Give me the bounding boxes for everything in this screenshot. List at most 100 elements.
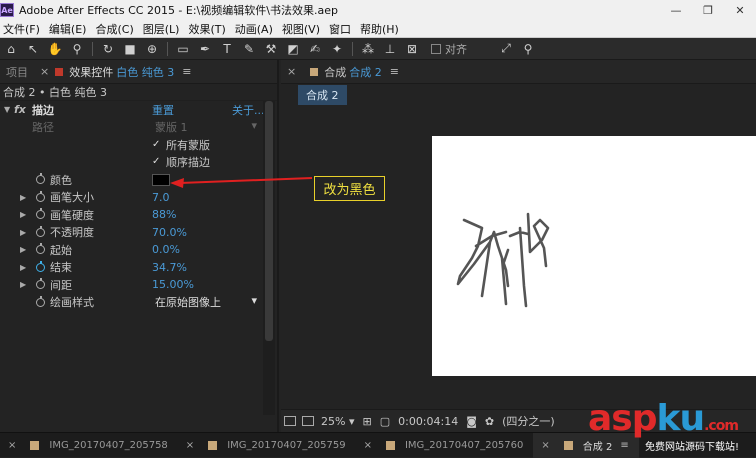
expand-arrow-icon[interactable]: ▶ (20, 210, 26, 219)
reset-button[interactable]: 重置 (152, 102, 174, 118)
align-checkbox[interactable] (431, 43, 441, 54)
rotate-tool-icon[interactable]: ↻ (99, 40, 117, 58)
tab-effect-controls[interactable]: × 效果控件 白色 纯色 3 ≡ (34, 60, 197, 84)
menu-layer[interactable]: 图层(L) (140, 21, 186, 37)
close-icon[interactable]: × (364, 440, 372, 451)
hand-tool-icon[interactable]: ✋ (46, 40, 64, 58)
pan-behind-tool-icon[interactable]: ⊕ (143, 40, 161, 58)
mask-icon[interactable]: ▢ (380, 415, 390, 428)
end-value[interactable]: 34.7% (152, 261, 187, 274)
stopwatch-icon[interactable] (36, 208, 45, 220)
timecode[interactable]: 0:00:04:14 (398, 415, 458, 428)
menu-edit[interactable]: 编辑(E) (46, 21, 93, 37)
stopwatch-icon[interactable] (36, 243, 45, 255)
local-axis-icon[interactable]: ⁂ (359, 40, 377, 58)
expand-icon[interactable]: ⤢ (497, 40, 515, 58)
minimize-button[interactable]: — (660, 0, 692, 20)
snapshot-icon[interactable] (284, 416, 296, 426)
close-icon[interactable]: × (541, 440, 549, 451)
composition-canvas[interactable] (432, 136, 756, 376)
channel-icon[interactable]: ✿ (485, 415, 494, 428)
tab-effect-controls-label: 效果控件 (69, 65, 114, 79)
start-value[interactable]: 0.0% (152, 243, 180, 256)
puppet-tool-icon[interactable]: ✦ (328, 40, 346, 58)
tab-composition-label[interactable]: 合成 (324, 64, 346, 80)
fx-toggle-icon[interactable]: fx (14, 103, 26, 116)
brush-tool-icon[interactable]: ✎ (240, 40, 258, 58)
menu-composition[interactable]: 合成(C) (92, 21, 139, 37)
expand-arrow-icon[interactable]: ▶ (20, 228, 26, 237)
opacity-row: ▶ 不透明度 70.0% (0, 224, 277, 242)
about-button[interactable]: 关于... (232, 102, 265, 118)
stopwatch-icon[interactable] (36, 173, 45, 185)
window-title: Adobe After Effects CC 2015 - E:\视频编辑软件\… (19, 4, 338, 17)
close-icon[interactable]: × (40, 65, 49, 78)
roto-brush-tool-icon[interactable]: ✍ (306, 40, 324, 58)
menu-file[interactable]: 文件(F) (0, 21, 46, 37)
menu-animation[interactable]: 动画(A) (232, 21, 279, 37)
pen-tool-icon[interactable]: ✒ (196, 40, 214, 58)
maximize-button[interactable]: ❐ (692, 0, 724, 20)
toolbar-divider (352, 41, 353, 56)
clone-stamp-tool-icon[interactable]: ⚒ (262, 40, 280, 58)
timeline-tab-label: IMG_20170407_205760 (404, 439, 524, 451)
menu-window[interactable]: 窗口 (326, 21, 357, 37)
panel-menu-icon[interactable]: ≡ (182, 65, 191, 78)
brush-size-label: 画笔大小 (50, 191, 94, 205)
eraser-tool-icon[interactable]: ◩ (284, 40, 302, 58)
expand-arrow-icon[interactable]: ▶ (20, 245, 26, 254)
spacing-value[interactable]: 15.00% (152, 278, 194, 291)
spacing-row: ▶ 间距 15.00% (0, 276, 277, 294)
world-axis-icon[interactable]: ⊥ (381, 40, 399, 58)
scroll-thumb[interactable] (265, 101, 273, 341)
expand-arrow-icon[interactable]: ▶ (20, 280, 26, 289)
comp-color-swatch (208, 440, 218, 450)
timeline-tab-2[interactable]: × IMG_20170407_205759 (178, 433, 356, 458)
close-icon[interactable]: × (186, 440, 194, 451)
all-masks-checkbox[interactable]: ✓ 所有蒙版 (152, 137, 210, 153)
sequential-stroke-checkbox[interactable]: ✓ 顺序描边 (152, 154, 210, 170)
timeline-tab-label: IMG_20170407_205759 (227, 439, 346, 451)
timeline-tab-1[interactable]: × IMG_20170407_205758 (0, 433, 178, 458)
zoom-level[interactable]: 25% ▾ (321, 415, 354, 428)
panel-menu-icon[interactable]: ≡ (390, 65, 399, 78)
grid-icon[interactable]: ⊞ (362, 415, 371, 428)
stopwatch-icon[interactable] (36, 225, 45, 237)
resolution-dropdown[interactable]: (四分之一) (502, 413, 555, 429)
color-swatch[interactable] (152, 173, 170, 186)
zoom-tool-icon[interactable]: ⚲ (68, 40, 86, 58)
collapse-arrow-icon[interactable]: ▼ (4, 105, 10, 114)
close-button[interactable]: ✕ (724, 0, 756, 20)
comp-breadcrumb-tab[interactable]: 合成 2 (298, 85, 347, 105)
stopwatch-icon[interactable] (36, 278, 45, 290)
view-axis-icon[interactable]: ⊠ (403, 40, 421, 58)
stopwatch-icon[interactable] (36, 260, 45, 272)
close-icon[interactable]: × (287, 65, 296, 78)
search-icon[interactable]: ⚲ (519, 40, 537, 58)
close-icon[interactable]: × (8, 440, 16, 451)
type-tool-icon[interactable]: T (218, 40, 236, 58)
rectangle-tool-icon[interactable]: ▭ (174, 40, 192, 58)
tab-project[interactable]: 项目 (0, 60, 34, 84)
brush-hardness-value[interactable]: 88% (152, 208, 176, 221)
selection-tool-icon[interactable]: ↖ (24, 40, 42, 58)
menu-view[interactable]: 视图(V) (279, 21, 326, 37)
tab-composition-name[interactable]: 合成 2 (349, 64, 382, 80)
menu-help[interactable]: 帮助(H) (357, 21, 405, 37)
expand-arrow-icon[interactable]: ▶ (20, 263, 26, 272)
stopwatch-icon[interactable] (36, 295, 45, 307)
stopwatch-icon[interactable] (36, 190, 45, 202)
display-icon[interactable] (302, 416, 314, 426)
home-icon[interactable]: ⌂ (2, 40, 20, 58)
opacity-label: 不透明度 (50, 226, 94, 240)
menu-effect[interactable]: 效果(T) (185, 21, 231, 37)
camera-tool-icon[interactable]: ■ (121, 40, 139, 58)
opacity-value[interactable]: 70.0% (152, 226, 187, 239)
paint-style-dropdown[interactable]: 在原始图像上 ▾ (155, 294, 257, 310)
vertical-scrollbar[interactable] (263, 101, 275, 415)
path-dropdown[interactable]: 蒙版 1 ▾ (155, 119, 257, 135)
camera-snapshot-icon[interactable]: ◙ (466, 415, 477, 428)
brush-size-value[interactable]: 7.0 (152, 191, 170, 204)
timeline-tab-3[interactable]: × IMG_20170407_205760 (356, 433, 534, 458)
expand-arrow-icon[interactable]: ▶ (20, 193, 26, 202)
